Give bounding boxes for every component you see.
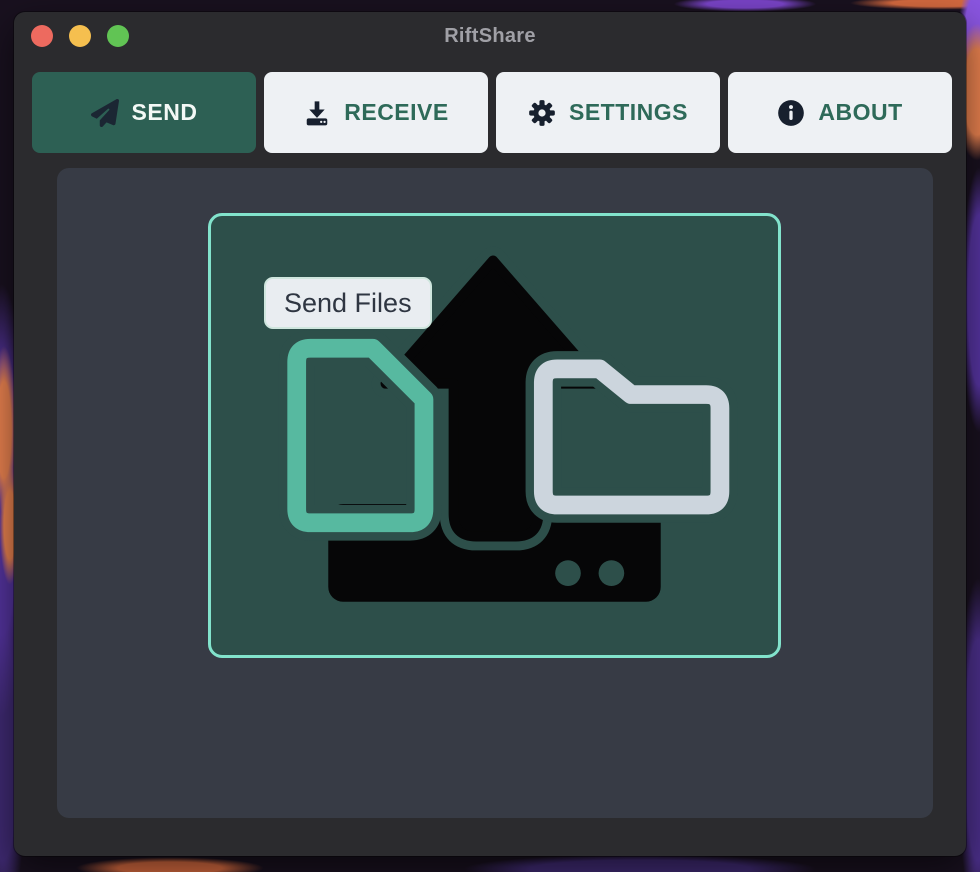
tab-label: RECEIVE <box>344 99 448 126</box>
send-files-label[interactable]: Send Files <box>264 277 432 329</box>
file-drop-zone[interactable]: Send Files <box>208 213 781 658</box>
window-title: RiftShare <box>14 12 966 60</box>
send-content-panel: Send Files <box>57 168 933 818</box>
paper-plane-icon <box>91 99 119 127</box>
tab-label: SEND <box>132 99 198 126</box>
window-titlebar[interactable]: RiftShare <box>14 12 966 60</box>
info-icon <box>777 99 805 127</box>
riftshare-window: RiftShare SEND RECEIVE <box>14 12 966 856</box>
tab-settings[interactable]: SETTINGS <box>496 72 720 153</box>
tab-receive[interactable]: RECEIVE <box>264 72 488 153</box>
tab-label: SETTINGS <box>569 99 688 126</box>
tab-about[interactable]: ABOUT <box>728 72 952 153</box>
tab-bar: SEND RECEIVE <box>32 72 952 153</box>
download-icon <box>303 99 331 127</box>
desktop-wallpaper: RiftShare SEND RECEIVE <box>0 0 980 872</box>
tab-label: ABOUT <box>818 99 902 126</box>
tab-send[interactable]: SEND <box>32 72 256 153</box>
file-icon <box>297 348 424 523</box>
gear-icon <box>528 99 556 127</box>
